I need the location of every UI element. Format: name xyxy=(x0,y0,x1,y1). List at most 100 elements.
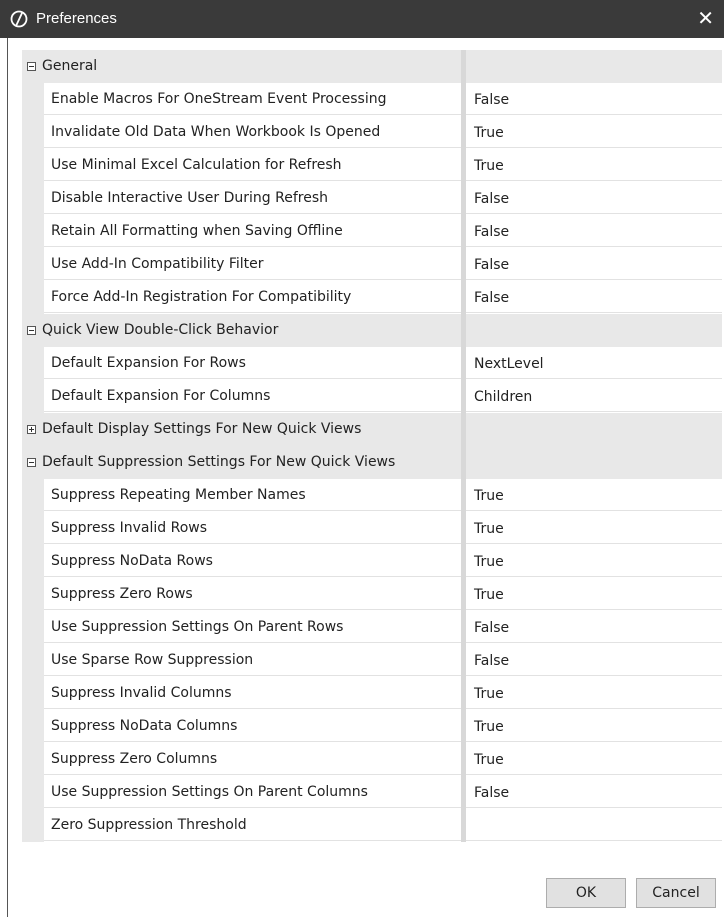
row-indent-gutter xyxy=(22,182,44,215)
category-value-cell xyxy=(466,446,722,479)
cancel-button[interactable]: Cancel xyxy=(636,878,716,908)
property-name: Zero Suppression Threshold xyxy=(44,809,461,841)
property-value[interactable]: True xyxy=(466,116,722,148)
window-title: Preferences xyxy=(36,10,117,27)
property-value[interactable]: False xyxy=(466,644,722,676)
property-name: Suppress Zero Columns xyxy=(44,743,461,775)
property-row[interactable]: Invalidate Old Data When Workbook Is Ope… xyxy=(22,116,722,149)
property-value[interactable]: Children xyxy=(466,380,722,412)
property-row[interactable]: Default Expansion For Rows NextLevel xyxy=(22,347,722,380)
property-row[interactable]: Suppress Zero Rows True xyxy=(22,578,722,611)
property-name: Use Sparse Row Suppression xyxy=(44,644,461,676)
row-indent-gutter xyxy=(22,809,44,842)
property-grid: General Enable Macros For OneStream Event… xyxy=(22,50,722,842)
category-row[interactable]: General xyxy=(22,50,722,83)
property-row[interactable]: Use Suppression Settings On Parent Colum… xyxy=(22,776,722,809)
property-value[interactable] xyxy=(466,809,722,841)
property-row[interactable]: Suppress Invalid Rows True xyxy=(22,512,722,545)
property-name: Disable Interactive User During Refresh xyxy=(44,182,461,214)
property-name: Suppress NoData Rows xyxy=(44,545,461,577)
property-value[interactable]: True xyxy=(466,479,722,511)
row-indent-gutter xyxy=(22,215,44,248)
row-indent-gutter xyxy=(22,116,44,149)
property-row[interactable]: Suppress Zero Columns True xyxy=(22,743,722,776)
row-indent-gutter xyxy=(22,347,44,380)
row-indent-gutter xyxy=(22,677,44,710)
row-indent-gutter xyxy=(22,281,44,314)
property-value[interactable]: True xyxy=(466,578,722,610)
category-label: Default Display Settings For New Quick V… xyxy=(42,421,362,437)
property-name: Enable Macros For OneStream Event Proces… xyxy=(44,83,461,115)
property-value[interactable]: False xyxy=(466,611,722,643)
category-label: Quick View Double-Click Behavior xyxy=(42,322,279,338)
row-indent-gutter xyxy=(22,83,44,116)
property-row[interactable]: Suppress NoData Columns True xyxy=(22,710,722,743)
property-row[interactable]: Retain All Formatting when Saving Offlin… xyxy=(22,215,722,248)
property-name: Suppress Zero Rows xyxy=(44,578,461,610)
property-value[interactable]: False xyxy=(466,215,722,247)
row-indent-gutter xyxy=(22,644,44,677)
property-row[interactable]: Enable Macros For OneStream Event Proces… xyxy=(22,83,722,116)
property-name: Use Suppression Settings On Parent Colum… xyxy=(44,776,461,808)
row-indent-gutter xyxy=(22,578,44,611)
property-value[interactable]: True xyxy=(466,545,722,577)
property-row[interactable]: Suppress Invalid Columns True xyxy=(22,677,722,710)
property-name: Suppress NoData Columns xyxy=(44,710,461,742)
category-value-cell xyxy=(466,50,722,83)
property-row[interactable]: Default Expansion For Columns Children xyxy=(22,380,722,413)
row-indent-gutter xyxy=(22,380,44,413)
property-name: Suppress Invalid Columns xyxy=(44,677,461,709)
property-value[interactable]: False xyxy=(466,248,722,280)
row-indent-gutter xyxy=(22,512,44,545)
window-left-border xyxy=(0,38,8,917)
property-value[interactable]: True xyxy=(466,149,722,181)
category-row[interactable]: Quick View Double-Click Behavior xyxy=(22,314,722,347)
category-label: Default Suppression Settings For New Qui… xyxy=(42,454,396,470)
row-indent-gutter xyxy=(22,479,44,512)
row-indent-gutter xyxy=(22,248,44,281)
property-row[interactable]: Use Suppression Settings On Parent Rows F… xyxy=(22,611,722,644)
collapse-icon[interactable] xyxy=(27,326,36,335)
category-value-cell xyxy=(466,413,722,446)
row-indent-gutter xyxy=(22,545,44,578)
expand-icon[interactable] xyxy=(27,425,36,434)
property-name: Invalidate Old Data When Workbook Is Ope… xyxy=(44,116,461,148)
category-value-cell xyxy=(466,314,722,347)
property-name: Use Suppression Settings On Parent Rows xyxy=(44,611,461,643)
property-row[interactable]: Use Add-In Compatibility Filter False xyxy=(22,248,722,281)
ok-button[interactable]: OK xyxy=(546,878,626,908)
property-value[interactable]: True xyxy=(466,743,722,775)
property-value[interactable]: NextLevel xyxy=(466,347,722,379)
property-value[interactable]: True xyxy=(466,512,722,544)
property-row[interactable]: Use Sparse Row Suppression False xyxy=(22,644,722,677)
app-logo-icon xyxy=(10,10,28,28)
category-label: General xyxy=(42,58,98,74)
close-icon[interactable]: ✕ xyxy=(697,7,714,29)
property-value[interactable]: False xyxy=(466,776,722,808)
property-row[interactable]: Disable Interactive User During Refresh F… xyxy=(22,182,722,215)
property-row[interactable]: Zero Suppression Threshold xyxy=(22,809,722,842)
property-row[interactable]: Suppress NoData Rows True xyxy=(22,545,722,578)
row-indent-gutter xyxy=(22,776,44,809)
property-name: Use Add-In Compatibility Filter xyxy=(44,248,461,280)
property-name: Default Expansion For Columns xyxy=(44,380,461,412)
property-value[interactable]: True xyxy=(466,710,722,742)
collapse-icon[interactable] xyxy=(27,458,36,467)
property-row[interactable]: Suppress Repeating Member Names True xyxy=(22,479,722,512)
collapse-icon[interactable] xyxy=(27,62,36,71)
property-row[interactable]: Force Add-In Registration For Compatibil… xyxy=(22,281,722,314)
title-bar: Preferences ✕ xyxy=(0,0,724,38)
property-value[interactable]: True xyxy=(466,677,722,709)
category-row[interactable]: Default Suppression Settings For New Qui… xyxy=(22,446,722,479)
property-value[interactable]: False xyxy=(466,182,722,214)
property-name: Suppress Repeating Member Names xyxy=(44,479,461,511)
property-name: Retain All Formatting when Saving Offlin… xyxy=(44,215,461,247)
property-row[interactable]: Use Minimal Excel Calculation for Refres… xyxy=(22,149,722,182)
property-name: Default Expansion For Rows xyxy=(44,347,461,379)
row-indent-gutter xyxy=(22,611,44,644)
property-name: Use Minimal Excel Calculation for Refres… xyxy=(44,149,461,181)
property-value[interactable]: False xyxy=(466,281,722,313)
row-indent-gutter xyxy=(22,710,44,743)
category-row[interactable]: Default Display Settings For New Quick V… xyxy=(22,413,722,446)
property-value[interactable]: False xyxy=(466,83,722,115)
